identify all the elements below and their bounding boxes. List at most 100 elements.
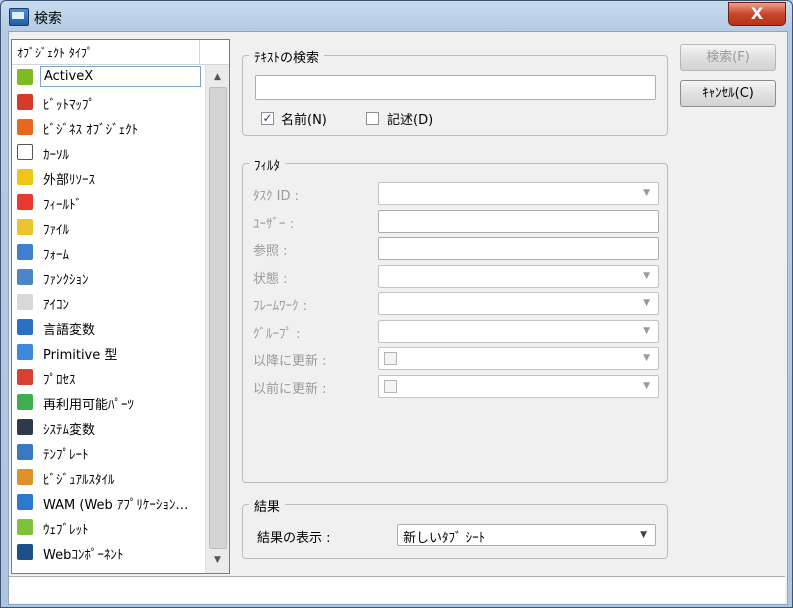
list-item[interactable]: ﾃﾝﾌﾟﾚｰﾄ	[12, 440, 204, 465]
list-item[interactable]: Primitive 型	[12, 340, 204, 365]
window-title: 検索	[34, 11, 62, 27]
list-item-label: WAM (Web ｱﾌﾟﾘｹｰｼｮﾝ…	[43, 498, 189, 513]
filter-group: ﾌｨﾙﾀ ﾀｽｸ ID : ▼ ﾕｰｻﾞｰ : 参照 : 状態 : ▼ ﾌﾚｰﾑﾜｰｸ : ▼…	[242, 155, 668, 483]
list-item[interactable]: ﾋﾞｼﾞｭｱﾙｽﾀｲﾙ	[12, 465, 204, 490]
header-divider	[199, 40, 200, 64]
filter-date-field[interactable]: ▼	[378, 347, 659, 370]
close-button[interactable]: X	[728, 2, 786, 26]
filter-field-label: 以降に更新 :	[253, 354, 327, 369]
list-item-label: ﾋﾞｯﾄﾏｯﾌﾟ	[43, 98, 95, 113]
results-title: 結果	[249, 496, 286, 515]
list-item[interactable]: ｼｽﾃﾑ変数	[12, 415, 204, 440]
weblet-icon	[17, 519, 33, 535]
list-item[interactable]: ｱｲｺﾝ	[12, 290, 204, 315]
list-item[interactable]: 再利用可能ﾊﾟｰﾂ	[12, 390, 204, 415]
list-item-label: ｶｰｿﾙ	[43, 148, 69, 163]
list-item-label: ｼｽﾃﾑ変数	[43, 423, 96, 438]
chevron-down-icon: ▼	[643, 270, 650, 281]
list-item[interactable]: ﾋﾞｼﾞﾈｽ ｵﾌﾞｼﾞｪｸﾄ	[12, 115, 204, 140]
chevron-down-icon: ▼	[643, 298, 650, 308]
cancel-button[interactable]: ｷｬﾝｾﾙ(C)	[680, 80, 776, 107]
results-display-value: 新しいﾀﾌﾞ ｼｰﾄ	[403, 531, 486, 546]
app-icon	[9, 8, 29, 26]
search-button[interactable]: 検索(F)	[680, 44, 776, 71]
list-item-label: ﾌｫｰﾑ	[43, 248, 69, 263]
function-icon	[17, 269, 33, 285]
list-scrollbar[interactable]: ▲ ▼	[205, 65, 229, 573]
description-checkbox-label[interactable]: 記述(D)	[387, 109, 433, 128]
list-item[interactable]: 言語変数	[12, 315, 204, 340]
list-item[interactable]: ﾋﾞｯﾄﾏｯﾌﾟ	[12, 90, 204, 115]
list-item-label: 再利用可能ﾊﾟｰﾂ	[43, 398, 135, 413]
scroll-thumb[interactable]	[209, 87, 227, 549]
list-item-label: ｳｪﾌﾞﾚｯﾄ	[43, 523, 89, 538]
list-items: ActiveX ﾋﾞｯﾄﾏｯﾌﾟ ﾋﾞｼﾞﾈｽ ｵﾌﾞｼﾞｪｸﾄ ｶｰｿﾙ 外部ﾘｿｰｽ…	[12, 65, 204, 565]
filter-combo-field[interactable]: ▼	[378, 182, 659, 205]
description-checkbox[interactable]	[366, 112, 379, 125]
filter-combo-field[interactable]: ▼	[378, 264, 659, 288]
date-enable-checkbox[interactable]	[384, 352, 397, 365]
date-enable-checkbox[interactable]	[384, 379, 397, 393]
list-item[interactable]: ｶｰｿﾙ	[12, 140, 204, 165]
list-item[interactable]: ﾌｧｲﾙ	[12, 215, 204, 240]
business-object-icon	[17, 119, 33, 135]
external-resource-icon	[17, 169, 33, 185]
filter-date-field[interactable]: ▼	[378, 374, 659, 398]
list-item-label: 言語変数	[43, 323, 96, 338]
list-item-label: ﾃﾝﾌﾟﾚｰﾄ	[43, 448, 89, 463]
list-item-label: ﾌｨｰﾙﾄﾞ	[43, 198, 82, 213]
search-dialog: 検索 X ｵﾌﾞｼﾞｪｸﾄ ﾀｲﾌﾟ ActiveX ﾋﾞｯﾄﾏｯﾌﾟ ﾋﾞｼﾞﾈｽ…	[0, 0, 793, 608]
filter-text-field[interactable]	[378, 209, 659, 233]
list-item[interactable]: WAM (Web ｱﾌﾟﾘｹｰｼｮﾝ…	[12, 490, 204, 515]
list-header[interactable]: ｵﾌﾞｼﾞｪｸﾄ ﾀｲﾌﾟ	[12, 40, 229, 65]
list-item[interactable]: ActiveX	[12, 65, 204, 90]
list-item-label: ActiveX	[40, 66, 201, 87]
filter-combo-field[interactable]: ▼	[378, 292, 659, 315]
text-search-title: ﾃｷｽﾄの検索	[249, 47, 325, 66]
object-type-list[interactable]: ｵﾌﾞｼﾞｪｸﾄ ﾀｲﾌﾟ ActiveX ﾋﾞｯﾄﾏｯﾌﾟ ﾋﾞｼﾞﾈｽ ｵﾌﾞｼ…	[11, 39, 230, 574]
status-bar	[9, 576, 785, 603]
title-bar: 検索 X	[1, 1, 792, 31]
list-item-label: Primitive 型	[43, 348, 118, 363]
dialog-client-area: ｵﾌﾞｼﾞｪｸﾄ ﾀｲﾌﾟ ActiveX ﾋﾞｯﾄﾏｯﾌﾟ ﾋﾞｼﾞﾈｽ ｵﾌﾞｼ…	[8, 31, 788, 605]
chevron-down-icon: ▼	[643, 380, 650, 391]
template-icon	[17, 444, 33, 460]
list-item[interactable]: ﾌｧﾝｸｼｮﾝ	[12, 265, 204, 290]
chevron-down-icon: ▼	[643, 353, 650, 363]
filter-title: ﾌｨﾙﾀ	[249, 155, 285, 174]
filter-field-label: 以前に更新 :	[253, 381, 327, 397]
list-item-label: ﾋﾞｼﾞｭｱﾙｽﾀｲﾙ	[43, 473, 115, 488]
chevron-down-icon: ▼	[640, 530, 647, 540]
system-variable-icon	[17, 419, 33, 435]
filter-field-label: 状態 :	[253, 271, 288, 287]
name-checkbox[interactable]: ✓	[261, 112, 274, 125]
name-checkbox-label[interactable]: 名前(N)	[281, 109, 327, 128]
primitive-type-icon	[17, 344, 33, 360]
list-header-label: ｵﾌﾞｼﾞｪｸﾄ ﾀｲﾌﾟ	[17, 46, 93, 60]
list-item-label: 外部ﾘｿｰｽ	[43, 173, 96, 188]
list-item[interactable]: ｳｪﾌﾞﾚｯﾄ	[12, 515, 204, 540]
filter-combo-field[interactable]: ▼	[378, 319, 659, 343]
filter-field-label: ﾕｰｻﾞｰ :	[253, 216, 295, 232]
wam-icon	[17, 494, 33, 510]
text-search-group: ﾃｷｽﾄの検索 ✓ 名前(N) 記述(D)	[242, 47, 668, 136]
chevron-down-icon: ▼	[643, 188, 650, 198]
results-group: 結果 結果の表示 : 新しいﾀﾌﾞ ｼｰﾄ ▼	[242, 496, 668, 559]
scroll-up-arrow-icon[interactable]: ▲	[206, 68, 229, 86]
list-item[interactable]: ﾌｫｰﾑ	[12, 240, 204, 265]
scroll-down-arrow-icon[interactable]: ▼	[206, 551, 229, 569]
language-variable-icon	[17, 319, 33, 335]
filter-text-field[interactable]	[378, 237, 659, 260]
filter-field-label: 参照 :	[253, 244, 288, 259]
list-item-label: ﾌﾟﾛｾｽ	[43, 373, 76, 388]
list-item[interactable]: ﾌﾟﾛｾｽ	[12, 365, 204, 390]
results-display-select[interactable]: 新しいﾀﾌﾞ ｼｰﾄ ▼	[397, 524, 656, 546]
list-item[interactable]: 外部ﾘｿｰｽ	[12, 165, 204, 190]
form-icon	[17, 244, 33, 260]
file-icon	[17, 219, 33, 235]
list-item[interactable]: Webｺﾝﾎﾟｰﾈﾝﾄ	[12, 540, 204, 565]
list-item-label: ﾌｧｲﾙ	[43, 223, 69, 238]
list-item[interactable]: ﾌｨｰﾙﾄﾞ	[12, 190, 204, 215]
filter-field-label: ｸﾞﾙｰﾌﾟ :	[253, 326, 301, 342]
search-text-input[interactable]	[255, 75, 656, 100]
